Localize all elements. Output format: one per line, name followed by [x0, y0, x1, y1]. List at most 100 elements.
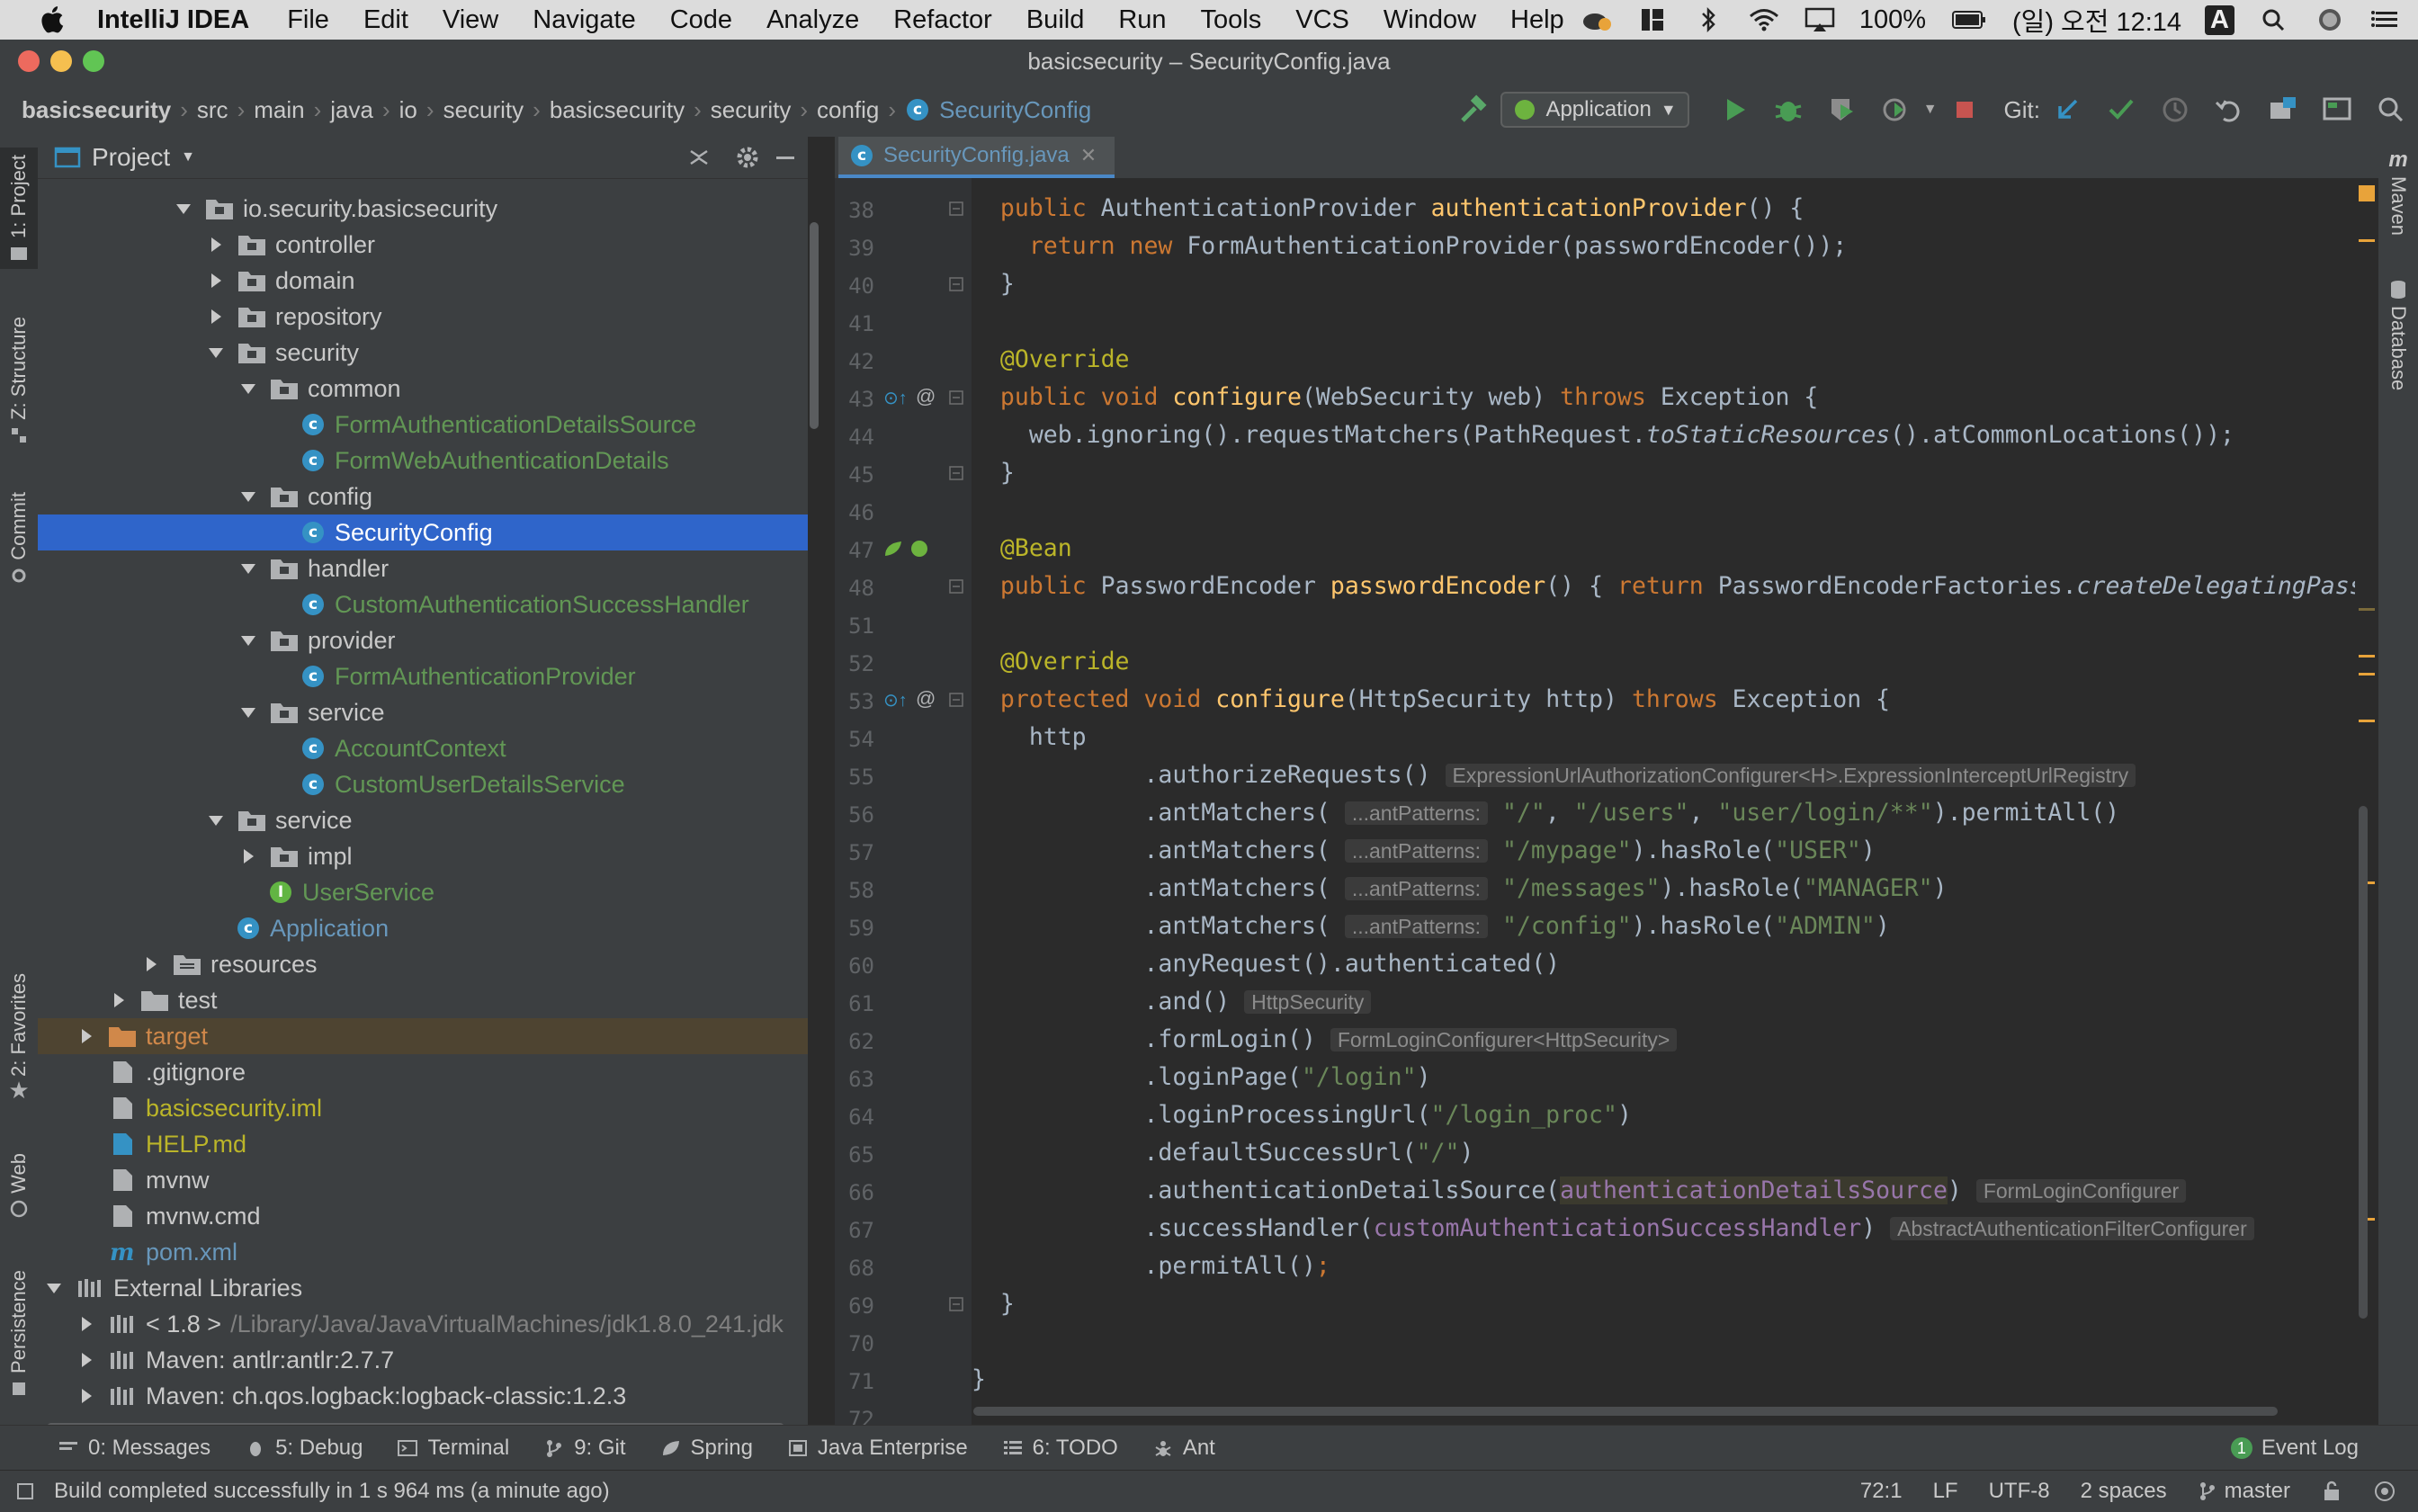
gear-icon[interactable] — [734, 144, 761, 171]
collapsed-arrow-icon[interactable] — [207, 236, 225, 254]
line-number[interactable]: 40 — [835, 273, 874, 299]
code-line[interactable]: .authenticationDetailsSource(authenticat… — [972, 1173, 2187, 1209]
expanded-arrow-icon[interactable] — [239, 488, 257, 505]
tool-tab-ant[interactable]: Ant — [1152, 1436, 1215, 1461]
tree-node[interactable]: c CustomAuthenticationSuccessHandler — [38, 586, 808, 622]
tree-node[interactable]: test — [38, 982, 808, 1018]
profile-icon[interactable] — [1880, 94, 1912, 126]
tree-node[interactable]: c FormAuthenticationDetailsSource — [38, 407, 808, 443]
debug-icon[interactable] — [1772, 94, 1805, 126]
code-line[interactable]: .and() HttpSecurity — [972, 984, 1372, 1020]
spring-bean-marker-icon[interactable] — [883, 538, 934, 559]
breadcrumb-item[interactable]: security — [711, 96, 792, 124]
git-rollback-icon[interactable] — [2213, 94, 2245, 126]
build-hammer-icon[interactable] — [1457, 94, 1490, 126]
git-update-icon[interactable] — [2051, 94, 2083, 126]
tool-tab-debug[interactable]: 5: Debug — [245, 1436, 363, 1461]
expanded-arrow-icon[interactable] — [207, 344, 225, 362]
tree-node[interactable]: c FormAuthenticationProvider — [38, 658, 808, 694]
breadcrumb-item[interactable]: SecurityConfig — [939, 96, 1091, 124]
run-with-coverage-icon[interactable] — [1826, 94, 1858, 126]
minimize-window-button[interactable] — [50, 50, 72, 72]
code-line[interactable]: .loginProcessingUrl("/login_proc") — [972, 1097, 1632, 1133]
line-number[interactable]: 51 — [835, 613, 874, 639]
tree-node[interactable]: c CustomUserDetailsService — [38, 766, 808, 802]
tool-tab-structure[interactable]: Z: Structure — [0, 317, 38, 445]
menu-run[interactable]: Run — [1118, 5, 1166, 35]
tree-node[interactable]: common — [38, 371, 808, 407]
code-line[interactable]: } — [972, 1286, 1015, 1322]
breadcrumb-item[interactable]: security — [443, 96, 524, 124]
tree-node[interactable]: I UserService — [38, 874, 808, 910]
menu-view[interactable]: View — [443, 5, 498, 35]
run-icon[interactable] — [1718, 94, 1751, 126]
chevron-down-icon[interactable]: ▼ — [181, 149, 195, 166]
code-line[interactable]: .antMatchers( ...antPatterns: "/", "/use… — [972, 795, 2119, 831]
tree-node[interactable]: m pom.xml — [38, 1234, 808, 1270]
tool-tab-persistence[interactable]: Persistence — [0, 1270, 38, 1399]
tree-node[interactable]: Maven: antlr:antlr:2.7.7 — [38, 1342, 808, 1378]
tool-tab-database[interactable]: Database — [2378, 279, 2418, 390]
line-number[interactable]: 65 — [835, 1142, 874, 1168]
code-line[interactable]: public void configure(WebSecurity web) t… — [972, 380, 1818, 416]
fold-toggle-icon[interactable] — [948, 691, 964, 709]
menu-edit[interactable]: Edit — [363, 5, 408, 35]
code-line[interactable]: .antMatchers( ...antPatterns: "/config")… — [972, 908, 1889, 944]
indent-setting[interactable]: 2 spaces — [2081, 1479, 2167, 1504]
code-line[interactable]: } — [972, 1362, 986, 1398]
code-line[interactable]: @Override — [972, 342, 1130, 378]
code-line[interactable]: .antMatchers( ...antPatterns: "/mypage")… — [972, 833, 1875, 869]
bluetooth-icon[interactable] — [1692, 6, 1724, 33]
code-editor[interactable]: public AuthenticationProvider authentica… — [972, 178, 2357, 1425]
line-number[interactable]: 71 — [835, 1369, 874, 1394]
tree-node[interactable]: HELP.md — [38, 1126, 808, 1162]
spotlight-search-icon[interactable] — [2258, 6, 2290, 33]
override-marker-icon[interactable]: ⊙↑ — [883, 387, 908, 409]
apple-logo-icon[interactable] — [36, 3, 70, 37]
menu-file[interactable]: File — [287, 5, 329, 35]
tool-windows-toggle-icon[interactable] — [14, 1481, 36, 1502]
siri-icon[interactable] — [2314, 6, 2346, 33]
tool-tab-spring[interactable]: Spring — [660, 1436, 753, 1461]
menu-analyze[interactable]: Analyze — [766, 5, 859, 35]
line-number[interactable]: 69 — [835, 1293, 874, 1319]
input-source-badge[interactable]: A — [2205, 4, 2234, 35]
tool-tab-project[interactable]: 1: Project — [0, 148, 38, 269]
tree-node[interactable]: External Libraries — [38, 1270, 808, 1306]
run-configuration-select[interactable]: Application ▼ — [1500, 92, 1689, 128]
code-line[interactable]: .antMatchers( ...antPatterns: "/messages… — [972, 871, 1947, 907]
collapsed-arrow-icon[interactable] — [207, 308, 225, 326]
menu-build[interactable]: Build — [1026, 5, 1085, 35]
git-history-icon[interactable] — [2159, 94, 2191, 126]
code-line[interactable]: public PasswordEncoder passwordEncoder()… — [972, 568, 2357, 604]
fold-toggle-icon[interactable] — [948, 389, 964, 407]
code-line[interactable]: protected void configure(HttpSecurity ht… — [972, 682, 1890, 718]
tool-tab-git[interactable]: 9: Git — [543, 1436, 626, 1461]
warning-mark[interactable] — [2359, 655, 2375, 658]
line-number[interactable]: 53 — [835, 689, 874, 714]
breadcrumb-item[interactable]: basicsecurity — [22, 96, 171, 124]
git-commit-icon[interactable] — [2105, 94, 2137, 126]
tree-node[interactable]: service — [38, 694, 808, 730]
tree-node[interactable]: < 1.8 > /Library/Java/JavaVirtualMachines… — [38, 1306, 808, 1342]
tree-node[interactable]: Maven: ch.qos.logback:logback-classic:1.… — [38, 1378, 808, 1414]
breadcrumb-item[interactable]: src — [197, 96, 228, 124]
tree-node[interactable]: io.security.basicsecurity — [38, 191, 808, 227]
presentation-mode-icon[interactable] — [2321, 94, 2353, 126]
fold-toggle-icon[interactable] — [948, 577, 964, 595]
code-line[interactable]: .anyRequest().authenticated() — [972, 946, 1560, 982]
menu-vcs[interactable]: VCS — [1295, 5, 1349, 35]
fold-toggle-icon[interactable] — [948, 200, 964, 218]
code-line[interactable]: return new FormAuthenticationProvider(pa… — [972, 228, 1847, 264]
override-marker-icon[interactable]: ⊙↑ — [883, 689, 908, 711]
caret-position[interactable]: 72:1 — [1860, 1479, 1903, 1504]
tree-node[interactable]: mvnw.cmd — [38, 1198, 808, 1234]
fold-toggle-icon[interactable] — [948, 1295, 964, 1313]
tree-node[interactable]: config — [38, 479, 808, 514]
tree-node[interactable]: provider — [38, 622, 808, 658]
line-number[interactable]: 63 — [835, 1067, 874, 1092]
tool-tab-web[interactable]: Web — [0, 1153, 38, 1219]
line-number[interactable]: 45 — [835, 462, 874, 488]
line-number[interactable]: 46 — [835, 500, 874, 525]
tree-node[interactable]: resources — [38, 946, 808, 982]
